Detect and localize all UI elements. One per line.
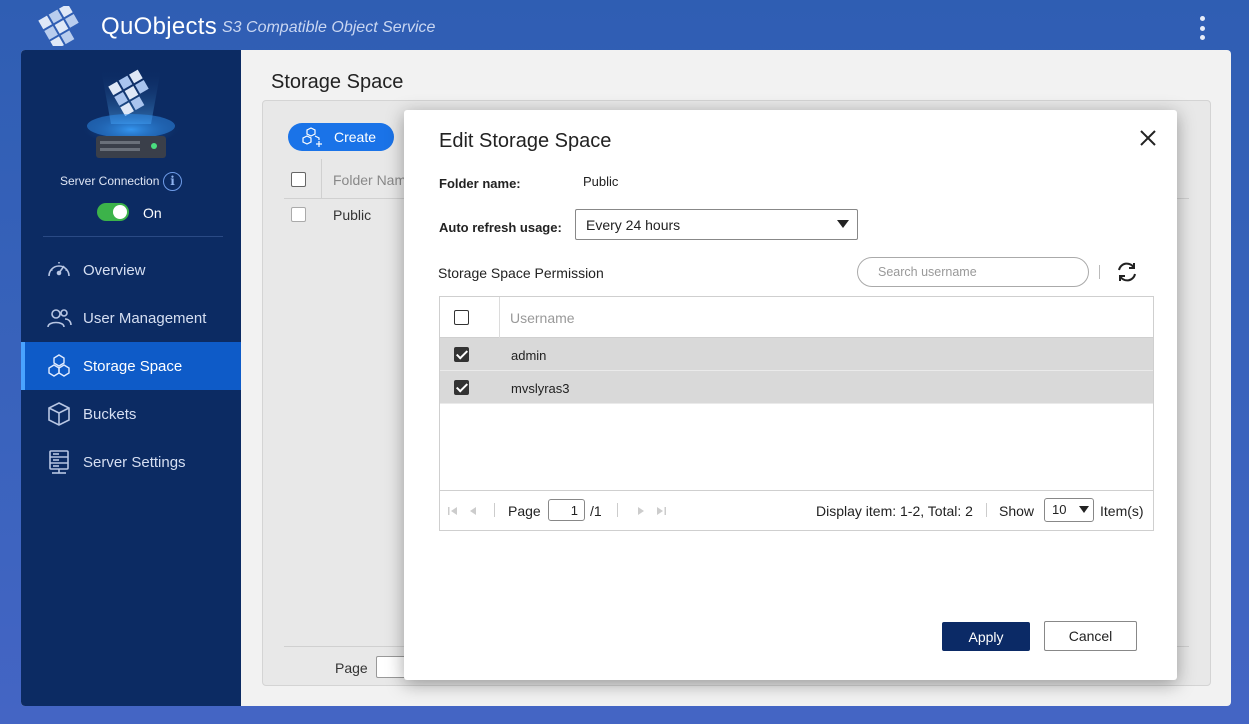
header-divider bbox=[499, 297, 500, 338]
user-checkbox[interactable] bbox=[454, 347, 469, 362]
first-page-icon[interactable] bbox=[446, 504, 460, 518]
permission-table: Username admin mvslyras3 Page 1 /1 Displ… bbox=[439, 296, 1154, 531]
items-per-page-value: 10 bbox=[1052, 502, 1067, 517]
select-all-users-checkbox[interactable] bbox=[454, 310, 469, 325]
table-row[interactable]: mvslyras3 bbox=[440, 371, 1153, 404]
close-icon[interactable] bbox=[1138, 128, 1158, 148]
permission-table-header: Username bbox=[440, 297, 1153, 338]
refresh-icon[interactable] bbox=[1115, 260, 1139, 284]
cancel-button[interactable]: Cancel bbox=[1044, 621, 1137, 651]
edit-storage-space-dialog: Edit Storage Space Folder name: Public A… bbox=[404, 110, 1177, 680]
column-username: Username bbox=[510, 310, 575, 326]
chevron-down-icon bbox=[837, 220, 849, 228]
pagination-bar: Page 1 /1 Display item: 1-2, Total: 2 Sh… bbox=[440, 490, 1153, 530]
prev-page-icon[interactable] bbox=[466, 504, 480, 518]
folder-name-value: Public bbox=[583, 174, 619, 189]
items-label: Item(s) bbox=[1100, 503, 1144, 519]
show-label: Show bbox=[999, 503, 1035, 519]
username-cell: mvslyras3 bbox=[511, 381, 570, 396]
pagination-divider bbox=[617, 503, 618, 517]
last-page-icon[interactable] bbox=[654, 504, 668, 518]
pagination-divider bbox=[986, 503, 987, 517]
permission-section-label: Storage Space Permission bbox=[438, 265, 604, 281]
chevron-down-icon bbox=[1079, 506, 1089, 513]
display-info: Display item: 1-2, Total: 2 bbox=[816, 503, 973, 519]
pagination-divider bbox=[494, 503, 495, 517]
next-page-icon[interactable] bbox=[634, 504, 648, 518]
user-checkbox[interactable] bbox=[454, 380, 469, 395]
folder-name-label: Folder name: bbox=[439, 176, 521, 191]
apply-button[interactable]: Apply bbox=[942, 622, 1030, 651]
page-number-input[interactable]: 1 bbox=[548, 499, 585, 521]
username-cell: admin bbox=[511, 348, 547, 363]
search-username-input[interactable] bbox=[857, 257, 1089, 287]
page-label: Page bbox=[508, 503, 541, 519]
auto-refresh-select[interactable]: Every 24 hours bbox=[575, 209, 858, 240]
auto-refresh-label: Auto refresh usage: bbox=[439, 220, 562, 235]
total-pages: /1 bbox=[590, 503, 602, 519]
table-row[interactable]: admin bbox=[440, 338, 1153, 371]
dialog-title: Edit Storage Space bbox=[439, 130, 612, 152]
items-per-page-select[interactable]: 10 bbox=[1044, 498, 1094, 522]
auto-refresh-value: Every 24 hours bbox=[586, 217, 681, 233]
toolbar-divider bbox=[1099, 265, 1100, 279]
